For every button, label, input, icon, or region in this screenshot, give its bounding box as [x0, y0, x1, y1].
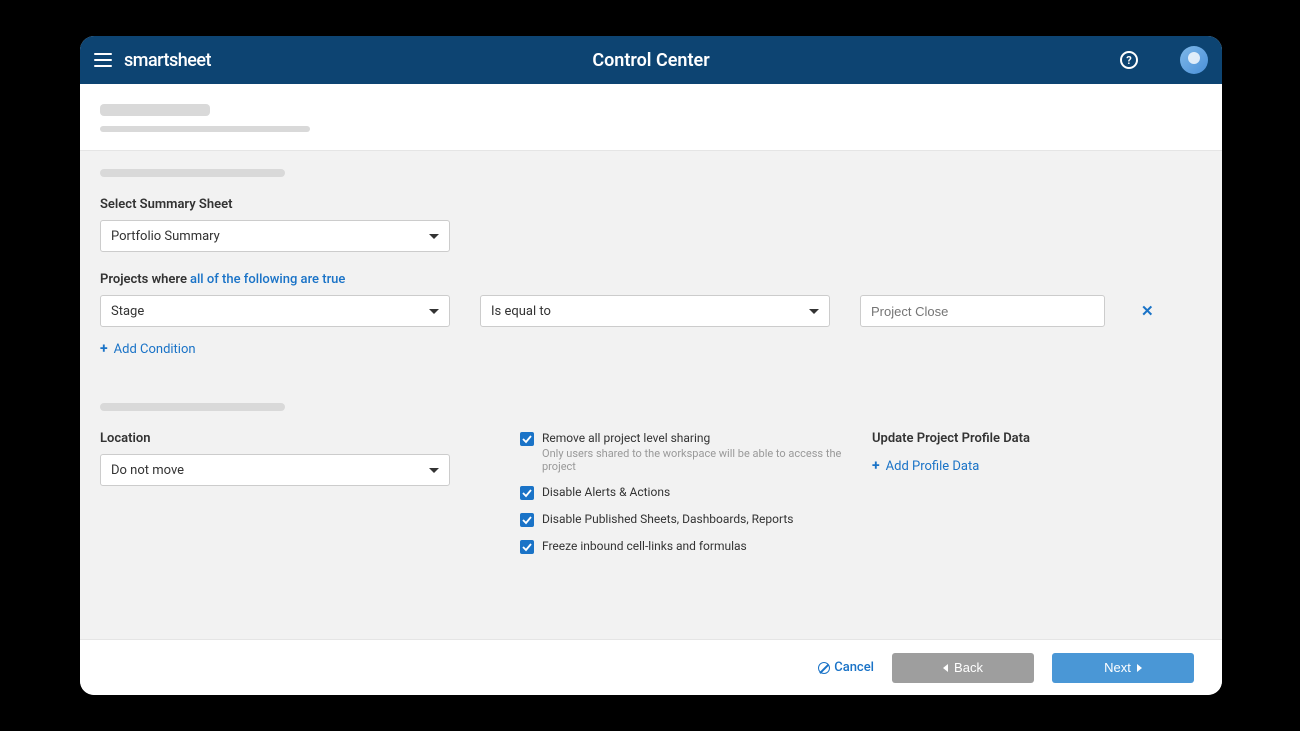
checkbox-sublabel: Only users shared to the workspace will …	[542, 447, 852, 473]
back-label: Back	[954, 660, 983, 675]
avatar[interactable]	[1180, 46, 1208, 74]
summary-sheet-label: Select Summary Sheet	[100, 197, 1202, 212]
condition-value-input[interactable]	[860, 295, 1105, 327]
plus-icon: +	[100, 341, 108, 357]
condition-field-select[interactable]: Stage	[100, 295, 450, 327]
checkbox-icon	[520, 513, 534, 527]
add-condition-label: Add Condition	[114, 342, 196, 357]
checkbox-label: Freeze inbound cell-links and formulas	[542, 539, 747, 553]
condition-operator-value: Is equal to	[491, 304, 551, 319]
footer: Cancel Back Next	[80, 639, 1222, 695]
cancel-icon	[818, 662, 830, 674]
cancel-label: Cancel	[834, 660, 874, 675]
next-button[interactable]: Next	[1052, 653, 1194, 683]
update-profile-label: Update Project Profile Data	[872, 431, 1202, 446]
location-value: Do not move	[111, 463, 184, 478]
location-select[interactable]: Do not move	[100, 454, 450, 486]
checkbox-icon	[520, 432, 534, 446]
skeleton-subtitle	[100, 126, 310, 132]
add-condition-button[interactable]: + Add Condition	[100, 341, 196, 357]
add-profile-label: Add Profile Data	[886, 459, 980, 474]
skeleton-title	[100, 104, 210, 116]
projects-where-link[interactable]: all of the following are true	[190, 272, 345, 287]
summary-sheet-value: Portfolio Summary	[111, 229, 220, 244]
page-title: Control Center	[80, 50, 1222, 71]
checkbox-icon	[520, 486, 534, 500]
chevron-down-icon	[429, 234, 439, 239]
cancel-button[interactable]: Cancel	[818, 660, 874, 675]
condition-row: Stage Is equal to ✕	[100, 295, 1202, 327]
remove-condition-icon[interactable]: ✕	[1141, 302, 1154, 320]
checkbox-remove-sharing[interactable]: Remove all project level sharing Only us…	[520, 431, 852, 473]
checkbox-freeze-links[interactable]: Freeze inbound cell-links and formulas	[520, 539, 852, 554]
checkbox-disable-published[interactable]: Disable Published Sheets, Dashboards, Re…	[520, 512, 852, 527]
help-icon[interactable]: ?	[1120, 51, 1138, 69]
skeleton-section-heading-2	[100, 403, 285, 411]
content-area: Select Summary Sheet Portfolio Summary P…	[80, 151, 1222, 639]
condition-operator-select[interactable]: Is equal to	[480, 295, 830, 327]
chevron-left-icon	[943, 664, 948, 672]
condition-field-value: Stage	[111, 304, 144, 319]
plus-icon: +	[872, 458, 880, 474]
chevron-down-icon	[429, 309, 439, 314]
checkbox-label: Remove all project level sharing	[542, 431, 852, 445]
topbar: smartsheet Control Center ?	[80, 36, 1222, 84]
projects-where-label: Projects where	[100, 272, 187, 287]
checkbox-label: Disable Published Sheets, Dashboards, Re…	[542, 512, 793, 526]
checkbox-disable-alerts[interactable]: Disable Alerts & Actions	[520, 485, 852, 500]
location-label: Location	[100, 431, 450, 446]
chevron-down-icon	[809, 309, 819, 314]
checkbox-label: Disable Alerts & Actions	[542, 485, 670, 499]
brand-logo: smartsheet	[124, 50, 211, 71]
back-button[interactable]: Back	[892, 653, 1034, 683]
add-profile-data-button[interactable]: + Add Profile Data	[872, 458, 979, 474]
checkbox-icon	[520, 540, 534, 554]
skeleton-section-heading	[100, 169, 285, 177]
header-area	[80, 84, 1222, 151]
chevron-down-icon	[429, 468, 439, 473]
chevron-right-icon	[1137, 664, 1142, 672]
menu-icon[interactable]	[94, 53, 112, 67]
app-window: smartsheet Control Center ? Select Summa…	[80, 36, 1222, 695]
summary-sheet-select[interactable]: Portfolio Summary	[100, 220, 450, 252]
next-label: Next	[1104, 660, 1131, 675]
